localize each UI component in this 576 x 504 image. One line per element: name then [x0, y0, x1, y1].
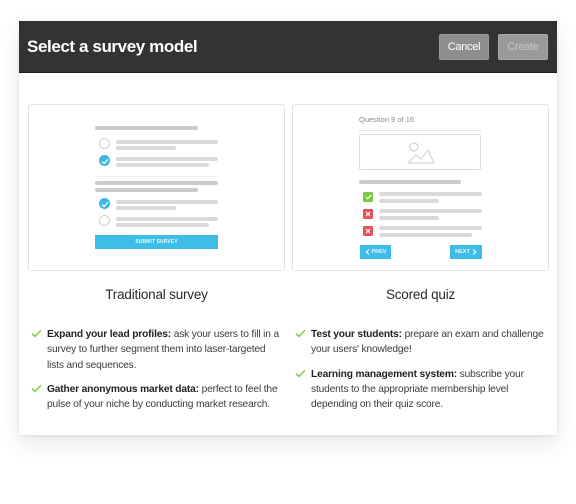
next-preview-button: NEXT [450, 245, 482, 259]
radio-selected-icon [99, 155, 110, 166]
answer-text-bar [379, 226, 482, 230]
option-text-bar [116, 217, 218, 221]
correct-answer-check-icon [363, 192, 373, 202]
chevron-left-icon [364, 249, 369, 255]
dialog-title: Select a survey model [27, 36, 198, 56]
dialog-header: Select a survey model Cancel Create [19, 21, 557, 73]
image-placeholder [359, 134, 481, 170]
cancel-button[interactable]: Cancel [439, 33, 489, 60]
traditional-survey-card[interactable]: SUBMIT SURVEY [28, 104, 285, 271]
question-title-bar [95, 181, 218, 185]
check-icon [295, 369, 306, 377]
feature-heading: Expand your lead profiles: [47, 329, 172, 340]
scored-quiz-title[interactable]: Scored quiz [292, 287, 549, 302]
check-icon [31, 329, 42, 338]
answer-text-bar [379, 199, 439, 203]
next-label: NEXT [455, 249, 470, 255]
option-text-bar [116, 223, 209, 227]
radio-selected-icon [99, 198, 110, 209]
question-title-bar [95, 126, 198, 130]
feature-item: Gather anonymous market data: perfect to… [28, 382, 283, 413]
traditional-survey-features: Expand your lead profiles: ask your user… [28, 327, 283, 421]
answer-text-bar [379, 233, 472, 237]
question-divider [359, 130, 481, 131]
chevron-right-icon [472, 249, 477, 255]
prev-label: PREV [371, 249, 387, 255]
prev-preview-button: PREV [360, 245, 391, 259]
option-text-bar [116, 163, 209, 167]
wrong-answer-cross-icon [363, 226, 373, 236]
traditional-survey-title[interactable]: Traditional survey [28, 287, 285, 302]
option-text-bar [116, 146, 176, 150]
answer-text-bar [379, 216, 439, 220]
scored-quiz-card[interactable]: Question 9 of 16 PREV NEXT [292, 104, 549, 271]
select-survey-model-dialog: Select a survey model Cancel Create SUBM… [19, 21, 557, 435]
question-title-bar [95, 188, 198, 192]
feature-item: Expand your lead profiles: ask your user… [28, 327, 283, 373]
answer-text-bar [379, 192, 482, 196]
radio-unselected-icon [99, 215, 110, 226]
wrong-answer-cross-icon [363, 209, 373, 219]
question-title-bar [359, 180, 461, 184]
feature-heading: Gather anonymous market data: [47, 383, 199, 395]
feature-item: Learning management system: subscribe yo… [292, 367, 547, 413]
question-counter: Question 9 of 16 [359, 115, 415, 124]
submit-survey-preview-button: SUBMIT SURVEY [95, 235, 218, 249]
create-button[interactable]: Create [498, 33, 548, 60]
image-icon [407, 142, 435, 164]
check-icon [31, 384, 42, 393]
option-text-bar [116, 157, 218, 161]
radio-unselected-icon [99, 138, 110, 149]
option-text-bar [116, 140, 218, 144]
scored-quiz-features: Test your students: prepare an exam and … [292, 327, 547, 421]
answer-text-bar [379, 209, 482, 213]
question-divider [97, 176, 217, 177]
feature-heading: Learning management system: [311, 368, 457, 380]
check-icon [295, 329, 306, 338]
feature-heading: Test your students: [311, 329, 402, 340]
feature-item: Test your students: prepare an exam and … [292, 327, 547, 358]
option-text-bar [116, 200, 218, 204]
option-text-bar [116, 206, 176, 210]
